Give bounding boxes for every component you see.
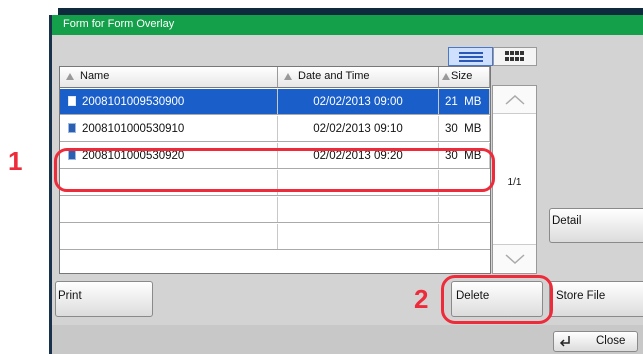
sort-icon (442, 73, 450, 80)
close-label: Close (596, 335, 626, 347)
callout-number-1: 1 (8, 146, 23, 176)
scroll-down-button[interactable] (493, 244, 536, 272)
file-icon (68, 123, 76, 133)
page-indicator: 1/1 (507, 177, 522, 188)
file-date: 02/02/2013 09:00 (278, 89, 439, 114)
column-header-date[interactable]: Date and Time (278, 67, 439, 88)
file-size: 30 MB (439, 116, 490, 141)
file-date: 02/02/2013 09:10 (278, 116, 439, 141)
list-view-button[interactable] (448, 47, 493, 66)
sort-icon (284, 73, 292, 80)
return-icon (559, 336, 570, 347)
close-button[interactable]: Close (553, 331, 638, 352)
column-header-name[interactable]: Name (60, 67, 278, 88)
scroll-panel: 1/1 (492, 85, 537, 274)
table-row-empty (60, 197, 490, 223)
callout-number-2: 2 (414, 284, 429, 314)
thumbnail-view-button[interactable] (493, 47, 537, 66)
detail-button[interactable]: Detail (549, 208, 643, 243)
chevron-down-icon (505, 254, 525, 264)
table-row-empty (60, 224, 490, 250)
table-row[interactable]: 2008101009530900 02/02/2013 09:00 21 MB (60, 89, 490, 115)
file-name: 2008101000530910 (82, 123, 185, 135)
file-size: 21 MB (439, 89, 490, 114)
file-icon (68, 96, 76, 106)
thumbnail-view-icon (505, 51, 524, 61)
file-name: 2008101009530900 (82, 96, 185, 108)
chevron-up-icon (505, 95, 525, 105)
list-view-icon (459, 52, 483, 62)
window-title: Form for Form Overlay (49, 15, 643, 35)
column-header-size[interactable]: Size (439, 67, 490, 88)
table-row[interactable]: 2008101000530910 02/02/2013 09:10 30 MB (60, 116, 490, 142)
store-file-button[interactable]: Store File (549, 281, 643, 317)
sort-icon (66, 73, 74, 80)
callout-ring-row (54, 148, 495, 192)
print-button[interactable]: Print (55, 281, 153, 317)
scroll-up-button[interactable] (493, 86, 536, 114)
callout-ring-delete (441, 275, 553, 324)
